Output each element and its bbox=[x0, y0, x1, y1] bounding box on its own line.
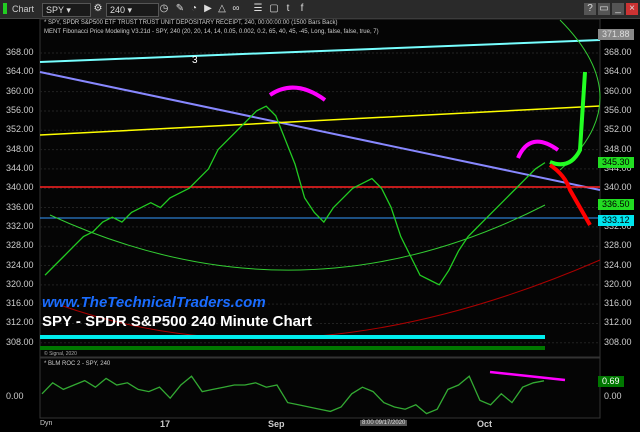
y-tick: 320.00 bbox=[6, 278, 34, 289]
y-tick: 360.00 bbox=[604, 85, 632, 96]
watermark-url: www.TheTechnicalTraders.com bbox=[42, 294, 266, 311]
indicator-zero-right: 0.00 bbox=[604, 391, 622, 401]
y-tick: 348.00 bbox=[604, 143, 632, 154]
cursor-time-label: 8:00 09/17/2020 bbox=[360, 420, 408, 426]
y-tick: 308.00 bbox=[6, 336, 34, 347]
y-tick: 356.00 bbox=[604, 104, 632, 115]
y-tick: 356.00 bbox=[6, 104, 34, 115]
y-tick: 316.00 bbox=[6, 298, 34, 309]
x-label-sep: Sep bbox=[268, 419, 285, 429]
y-tick: 308.00 bbox=[604, 336, 632, 347]
y-tick: 364.00 bbox=[6, 66, 34, 77]
y-tick: 340.00 bbox=[604, 182, 632, 193]
y-tick: 352.00 bbox=[6, 124, 34, 135]
y-tick: 368.00 bbox=[604, 47, 632, 57]
chart-title: SPY - SPDR S&P500 240 Minute Chart bbox=[42, 313, 312, 330]
y-tick: 352.00 bbox=[604, 124, 632, 135]
top-price-tag: 371.88 bbox=[598, 29, 634, 40]
y-tick: 344.00 bbox=[6, 162, 34, 173]
y-tick: 340.00 bbox=[6, 182, 34, 193]
chart-header: * SPY, SPDR S&P500 ETF TRUST TRUST UNIT … bbox=[44, 20, 379, 35]
y-tick: 324.00 bbox=[604, 259, 632, 270]
y-tick: 320.00 bbox=[604, 278, 632, 289]
price-chart[interactable] bbox=[0, 0, 640, 432]
price-tag: 333.12 bbox=[598, 215, 634, 227]
y-tick: 312.00 bbox=[604, 317, 632, 328]
x-label-oct: Oct bbox=[477, 419, 493, 429]
y-tick: 364.00 bbox=[604, 66, 632, 77]
signal-bar-2 bbox=[40, 346, 545, 350]
y-tick: 316.00 bbox=[604, 298, 632, 309]
signal-label: © Signal, 2020 bbox=[44, 351, 77, 357]
y-tick: 328.00 bbox=[604, 240, 632, 251]
indicator-value-tag: 0.69 bbox=[598, 376, 624, 387]
y-tick: 312.00 bbox=[6, 317, 34, 328]
x-label-17: 17 bbox=[160, 419, 171, 429]
y-tick: 328.00 bbox=[6, 240, 34, 251]
y-tick: 332.00 bbox=[6, 220, 34, 231]
signal-bar-1 bbox=[40, 335, 545, 339]
dyn-button[interactable]: Dyn bbox=[40, 420, 52, 427]
indicator-zero-left: 0.00 bbox=[6, 391, 24, 401]
y-tick: 348.00 bbox=[6, 143, 34, 154]
y-tick: 360.00 bbox=[6, 85, 34, 96]
price-tag: 345.30 bbox=[598, 156, 634, 168]
indicator-label: * BLM ROC 2 - SPY, 240 bbox=[44, 361, 111, 367]
y-tick: 336.00 bbox=[6, 201, 34, 212]
price-tag: 336.50 bbox=[598, 199, 634, 211]
y-tick: 368.00 bbox=[6, 47, 34, 57]
marker-3: 3 bbox=[192, 55, 198, 66]
y-tick: 324.00 bbox=[6, 259, 34, 270]
